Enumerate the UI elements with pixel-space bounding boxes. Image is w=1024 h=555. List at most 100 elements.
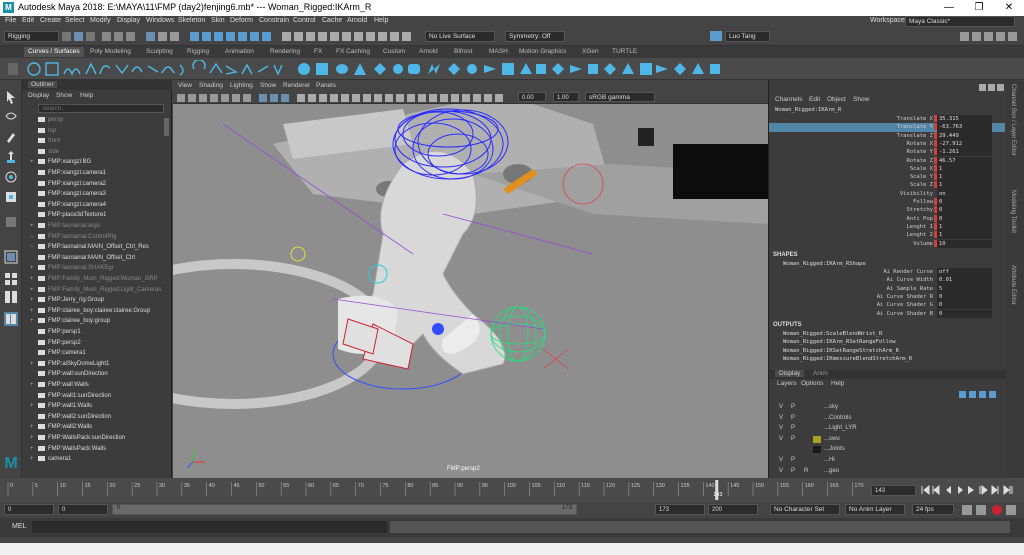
user-account-dropdown[interactable]: Luo Tang: [725, 31, 770, 42]
outliner-row[interactable]: + FMP:WallsPack:sunDirection: [30, 433, 178, 444]
expand-toggle-icon[interactable]: +: [30, 221, 38, 232]
animation-end-field[interactable]: 200: [708, 504, 758, 515]
shelf-tab-turtle[interactable]: TURTLE: [608, 47, 641, 57]
layer-playback-toggle[interactable]: P: [791, 466, 795, 477]
output-node-row[interactable]: Woman_Rigged:ScaleBlendWrist_R: [783, 330, 882, 338]
menu-cache[interactable]: Cache: [322, 17, 342, 24]
menuset-dropdown[interactable]: Rigging: [4, 31, 59, 42]
outliner-row[interactable]: FMP:laonainai:MAIN_Offset_Ctrl: [30, 253, 178, 264]
channel-row[interactable]: Volume 10: [769, 239, 1005, 248]
outliner-row[interactable]: FMP:persp2: [30, 338, 178, 349]
layer-playback-toggle[interactable]: P: [791, 413, 795, 424]
menu-modify[interactable]: Modify: [90, 17, 111, 24]
maximize-button[interactable]: ❐: [964, 0, 994, 16]
outliner-row[interactable]: + FMP:Family_Mum_Rigged:Woman_GRP: [30, 274, 178, 285]
viewport-menu-renderer[interactable]: Renderer: [283, 82, 310, 89]
viewport-toolbar-icons[interactable]: [177, 93, 517, 103]
menu-arnold[interactable]: Arnold: [347, 17, 367, 24]
playback-controls[interactable]: [920, 484, 1024, 496]
outliner-row[interactable]: FMP:place3dTexture1: [30, 210, 178, 221]
outliner-row[interactable]: + FMP:Jerry_rig:Group: [30, 295, 178, 306]
channel-value-field[interactable]: 1: [937, 164, 992, 174]
menu-skin[interactable]: Skin: [211, 17, 225, 24]
expand-toggle-icon[interactable]: +: [30, 454, 38, 465]
outliner-search-input[interactable]: [38, 104, 164, 113]
viewport-menu-view[interactable]: View: [178, 82, 192, 89]
outliner-row[interactable]: front: [30, 136, 178, 147]
outliner-row[interactable]: FMP:wall2:sunDirection: [30, 412, 178, 423]
command-language-label[interactable]: MEL: [12, 523, 26, 530]
outliner-row[interactable]: FMP:persp1: [30, 327, 178, 338]
outliner-menu-help[interactable]: Help: [80, 92, 93, 99]
channel-row[interactable]: Translate X 35.315: [769, 115, 1005, 124]
channel-row[interactable]: Lenght 11: [769, 222, 1005, 232]
viewport-menu-show[interactable]: Show: [260, 82, 276, 89]
channel-row[interactable]: Scale Y 1: [769, 173, 1005, 182]
minimize-button[interactable]: —: [934, 0, 964, 16]
outliner-tab[interactable]: Outliner: [28, 81, 57, 88]
menu-display[interactable]: Display: [117, 17, 140, 24]
close-button[interactable]: ✕: [994, 0, 1024, 16]
single-perspective-layout-icon[interactable]: [4, 250, 18, 264]
channelbox-menu-object[interactable]: Object: [827, 96, 846, 103]
outliner-row[interactable]: + FMP:wall2:Walls: [30, 422, 178, 433]
layer-visibility-toggle[interactable]: V: [779, 466, 783, 477]
layer-reference-toggle[interactable]: R: [804, 466, 808, 477]
exposure-field[interactable]: 0.00: [518, 92, 546, 102]
channel-value-field[interactable]: 1: [937, 231, 992, 240]
layer-color-swatch[interactable]: [813, 446, 821, 454]
lasso-tool-icon[interactable]: [4, 110, 18, 124]
expand-toggle-icon[interactable]: +: [30, 285, 38, 296]
outliner-row[interactable]: + camera1: [30, 454, 178, 465]
layer-color-swatch[interactable]: [813, 435, 821, 443]
layer-tool-icons[interactable]: [959, 390, 1005, 400]
playback-start-field[interactable]: 0: [58, 504, 108, 515]
layer-visibility-toggle[interactable]: V: [779, 434, 783, 445]
expand-toggle-icon[interactable]: +: [30, 157, 38, 168]
menu-windows[interactable]: Windows: [146, 17, 174, 24]
expand-toggle-icon[interactable]: −: [30, 232, 38, 243]
layer-visibility-toggle[interactable]: V: [779, 402, 783, 413]
four-view-layout-icon[interactable]: [4, 272, 18, 286]
outliner-row[interactable]: + FMP:Family_Mum_Rigged:Light_Cameras: [30, 285, 178, 296]
shelf-tool-icons[interactable]: [4, 60, 744, 78]
layer-visibility-toggle[interactable]: V: [779, 413, 783, 424]
layer-playback-toggle[interactable]: P: [791, 455, 795, 466]
shape-channel-row[interactable]: Ai Sample Rate 5: [769, 284, 1005, 293]
symmetry-dropdown[interactable]: Symmetry: Off: [505, 31, 565, 42]
channel-value-field[interactable]: 1: [937, 222, 992, 232]
channel-value-field[interactable]: 0: [937, 309, 992, 318]
outliner-row[interactable]: + FMP:aiSkyDomeLight1: [30, 359, 178, 370]
menu-select[interactable]: Select: [65, 17, 84, 24]
output-node-row[interactable]: Woman_Rigged:IKArm_RSetRangeFollow: [783, 338, 896, 346]
layer-row[interactable]: V P ...swu: [769, 434, 1001, 445]
range-slider-track[interactable]: 0 173: [112, 504, 577, 515]
colorspace-dropdown[interactable]: sRGB gamma: [585, 92, 655, 102]
outliner-row[interactable]: FMP:xiangzi:camera4: [30, 200, 178, 211]
outliner-row[interactable]: + FMP:wall1:Walls: [30, 401, 178, 412]
layer-row[interactable]: V P ...Controls: [769, 413, 1001, 424]
shelf-tab-poly-modeling[interactable]: Poly Modeling: [86, 47, 135, 57]
channel-value-field[interactable]: -63.763: [937, 123, 992, 132]
shelf-tab-xgen[interactable]: XGen: [578, 47, 603, 57]
layer-color-swatch[interactable]: [813, 457, 821, 464]
layer-menu-layers[interactable]: Layers: [777, 380, 797, 387]
outliner-scrollbar[interactable]: [164, 118, 169, 136]
outliner-row[interactable]: + FMP:xiangzi:BG: [30, 157, 178, 168]
panel-layout-icons[interactable]: [960, 31, 1020, 43]
layer-menu-help[interactable]: Help: [831, 380, 844, 387]
channel-row[interactable]: Scale Z 1: [769, 181, 1005, 190]
shelf-tab-motion-graphics[interactable]: Motion Graphics: [515, 47, 570, 57]
outliner-row[interactable]: FMP:wall:sunDirection: [30, 369, 178, 380]
menu-file[interactable]: File: [5, 17, 16, 24]
outliner-row[interactable]: + FMP:clairee_boy:group: [30, 316, 178, 327]
outliner-row[interactable]: + FMP:WallsPack:Walls: [30, 444, 178, 455]
channel-row[interactable]: Scale X 1: [769, 164, 1005, 174]
menu-help[interactable]: Help: [374, 17, 388, 24]
shelf-tab-arnold[interactable]: Arnold: [415, 47, 442, 57]
expand-toggle-icon[interactable]: +: [30, 295, 38, 306]
channel-value-field[interactable]: 0: [937, 292, 992, 302]
shape-channel-row[interactable]: Ai Render Curve off: [769, 268, 1005, 277]
expand-toggle-icon[interactable]: +: [30, 422, 38, 433]
anim-layer-dropdown[interactable]: No Anim Layer: [845, 504, 905, 515]
